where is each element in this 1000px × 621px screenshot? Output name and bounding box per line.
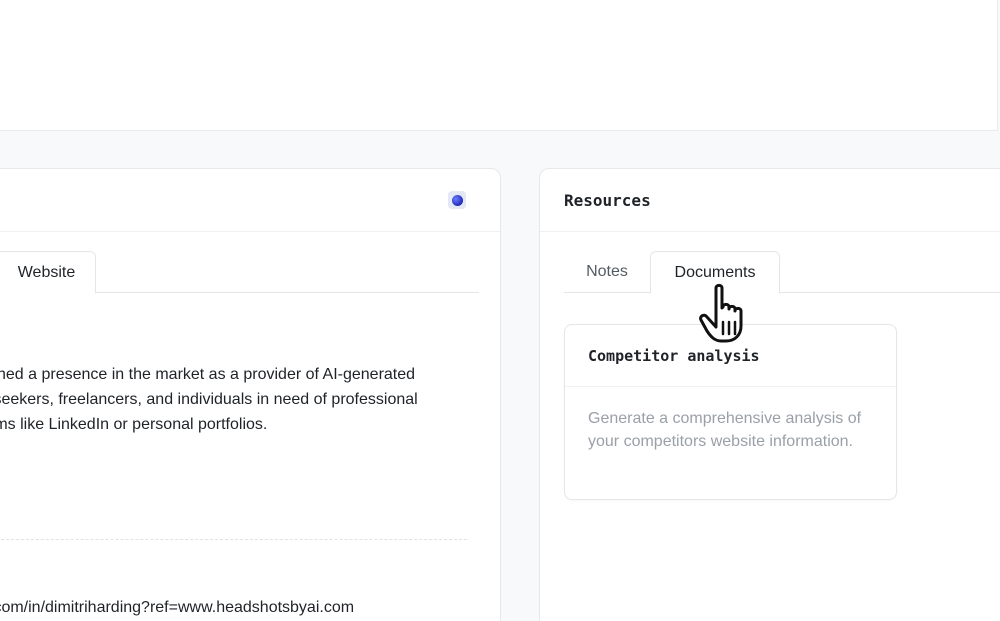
- company-description: shed a presence in the market as a provi…: [0, 362, 489, 437]
- resources-tabs: Notes Documents: [564, 251, 1000, 294]
- tab-website[interactable]: Website: [0, 251, 96, 294]
- description-line: rms like LinkedIn or personal portfolios…: [0, 416, 268, 433]
- description-line: seekers, freelancers, and individuals in…: [0, 391, 418, 408]
- company-info-panel: Website shed a presence in the market as…: [0, 168, 501, 621]
- tab-website-label: Website: [17, 263, 76, 281]
- top-bar: [0, 0, 998, 131]
- tab-documents[interactable]: Documents: [650, 251, 780, 294]
- linkedin-url: .com/in/dimitriharding?ref=www.headshots…: [0, 599, 355, 616]
- tab-documents-label: Documents: [674, 263, 756, 281]
- document-card-competitor-analysis[interactable]: Competitor analysis Generate a comprehen…: [564, 324, 897, 500]
- tab-notes[interactable]: Notes: [564, 251, 650, 293]
- section-divider: [1, 539, 467, 540]
- resources-panel-header: Resources: [540, 169, 1000, 232]
- document-card-description: Generate a comprehensive analysis of you…: [588, 410, 862, 450]
- resources-title: Resources: [564, 191, 651, 210]
- company-info-tabs: Website: [0, 251, 479, 294]
- company-info-panel-header: [0, 169, 500, 232]
- document-card-title: Competitor analysis: [565, 325, 896, 387]
- resources-panel: Resources Notes Documents Competitor ana…: [539, 168, 1000, 621]
- description-line: shed a presence in the market as a provi…: [0, 366, 416, 383]
- tab-notes-label: Notes: [586, 263, 628, 280]
- status-dot-icon: [448, 191, 466, 209]
